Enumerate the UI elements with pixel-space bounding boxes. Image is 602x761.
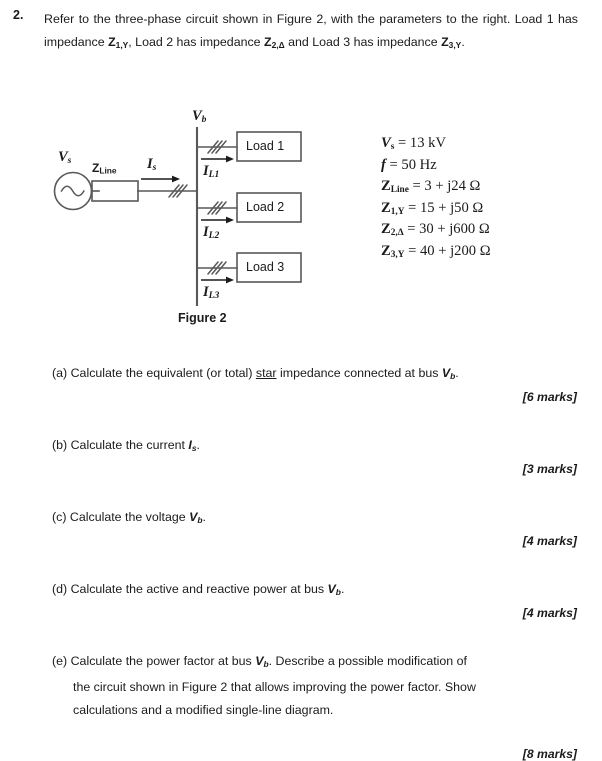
part-c-marks: [4 marks] (522, 534, 577, 548)
part-e-line-2: the circuit shown in Figure 2 that allow… (73, 679, 476, 694)
impedance-z1-subscript: 1,Y (115, 39, 129, 50)
part-b-text: (b) Calculate the current Is. (52, 438, 200, 453)
question-number: 2. (13, 8, 24, 22)
source-voltage-label: Vs (58, 149, 72, 166)
part-b-symbol-is: Is (188, 438, 197, 453)
param-symbol-f: f (381, 156, 386, 173)
part-d-label: (d) (52, 582, 68, 596)
stem-line-2-part-b: , Load 2 has impedance (128, 35, 265, 49)
part-e-text: (e) Calculate the power factor at bus Vb… (52, 650, 578, 722)
part-d-marks: [4 marks] (522, 606, 577, 620)
part-a-symbol-vb: Vb (441, 366, 456, 381)
part-a-marks: [6 marks] (522, 390, 577, 404)
part-c-symbol-vb: Vb (189, 510, 203, 525)
question-stem: Refer to the three-phase circuit shown i… (44, 8, 578, 57)
stem-line-2-part-c: and Load 3 has (284, 35, 374, 49)
impedance-z1-symbol: Z1,Y (108, 35, 129, 50)
source-current-label: Is (147, 156, 157, 173)
part-a-underlined-star: star (255, 366, 277, 380)
load-2-label: Load 2 (246, 200, 285, 214)
part-b-label: (b) (52, 438, 68, 452)
part-a-label: (a) (52, 366, 68, 380)
line-impedance-label: ZLine (92, 161, 117, 176)
part-d-symbol-vb: Vb (327, 582, 341, 597)
current-arrow-il2 (201, 216, 234, 224)
part-b-marks: [3 marks] (522, 462, 577, 476)
parameter-row-f: f = 50 Hz (381, 155, 491, 177)
parameter-row-z1y: Z1,Y = 15 + j50 Ω (381, 198, 491, 220)
part-e-label: (e) (52, 654, 68, 668)
stem-line-3: impedance Z3,Y. (377, 35, 465, 50)
bus-voltage-label: Vb (192, 108, 207, 125)
current-arrow-is (141, 175, 180, 183)
parameter-row-z2d: Z2,Δ = 30 + j600 Ω (381, 219, 491, 241)
load-2-current-label: IL2 (203, 224, 220, 241)
part-c-text: (c) Calculate the voltage Vb. (52, 510, 206, 525)
part-c-label: (c) (52, 510, 67, 524)
param-value-f: = 50 Hz (389, 156, 437, 173)
param-symbol-vs: Vs (381, 135, 395, 153)
load-3-label: Load 3 (246, 260, 285, 274)
parameter-row-z3y: Z3,Y = 40 + j200 Ω (381, 241, 491, 263)
load-3-current-label: IL3 (203, 284, 220, 301)
param-symbol-zline: ZLine (381, 178, 409, 196)
param-value-z2d: = 30 + j600 Ω (407, 221, 490, 238)
param-symbol-z1y: Z1,Y (381, 199, 405, 217)
param-value-vs: = 13 kV (398, 135, 446, 151)
sine-wave-glyph (60, 185, 85, 197)
impedance-z3-symbol: Z3,Y (441, 35, 462, 50)
part-d-text: (d) Calculate the active and reactive po… (52, 582, 345, 597)
parameter-row-zline: ZLine = 3 + j24 Ω (381, 176, 491, 198)
figure-caption: Figure 2 (178, 311, 227, 325)
load-1-label: Load 1 (246, 139, 285, 153)
part-a-text: (a) Calculate the equivalent (or total) … (52, 366, 459, 381)
current-arrow-il3 (201, 276, 234, 284)
param-value-z1y: = 15 + j50 Ω (408, 199, 484, 216)
parameter-row-vs: Vs = 13 kV (381, 133, 491, 155)
load-1-current-label: IL1 (203, 163, 220, 180)
current-arrow-il1 (201, 155, 234, 163)
part-e-symbol-vb: Vb (255, 654, 269, 669)
impedance-z3-subscript: 3,Y (448, 39, 462, 50)
stem-line-1: Refer to the three-phase circuit shown i… (44, 12, 479, 26)
param-value-zline: = 3 + j24 Ω (412, 178, 481, 195)
circuit-schematic-svg (53, 126, 302, 307)
param-symbol-z3y: Z3,Y (381, 242, 405, 261)
part-e-marks: [8 marks] (522, 747, 577, 761)
param-symbol-z2d: Z2,Δ (381, 221, 404, 239)
impedance-z2-symbol: Z2,Δ (264, 35, 285, 50)
param-value-z3y: = 40 + j200 Ω (408, 242, 491, 259)
impedance-z2-subscript: 2,Δ (271, 39, 285, 50)
part-e-line-3: calculations and a modified single-line … (73, 702, 334, 717)
parameter-list: Vs = 13 kV f = 50 Hz ZLine = 3 + j24 Ω Z… (381, 133, 491, 263)
figure-2-circuit-diagram: Vs ZLine Is Vb Load 1 Load 2 Load 3 IL1 … (0, 100, 360, 340)
